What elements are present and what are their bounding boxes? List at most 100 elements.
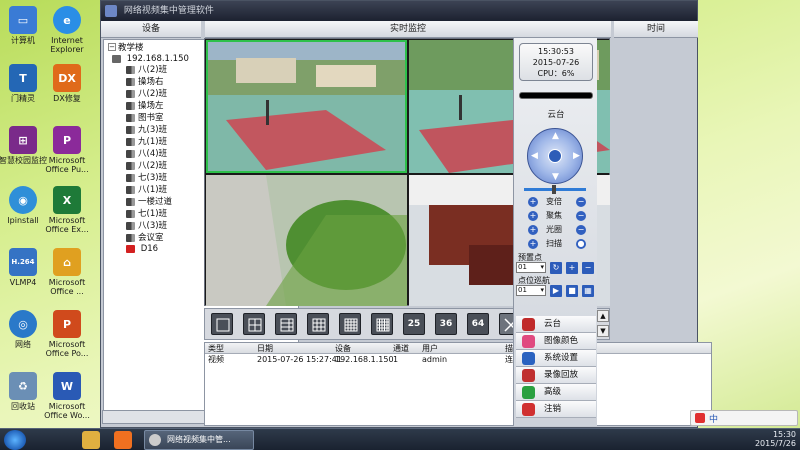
desktop-icon-publisher[interactable]: P Microsoft Office Pu... xyxy=(36,126,98,174)
scan-start-button[interactable]: + xyxy=(528,239,538,249)
camera-icon xyxy=(126,77,135,86)
word-icon: W xyxy=(53,372,81,400)
layout-36-button[interactable]: 36 xyxy=(435,313,457,335)
window-titlebar[interactable]: 网络视频集中管理软件 xyxy=(101,1,697,21)
ptz-center-button[interactable] xyxy=(548,149,562,163)
tree-channel[interactable]: 八(2)班 xyxy=(126,64,167,76)
window-title: 网络视频集中管理软件 xyxy=(123,6,214,16)
menu-playback[interactable]: 录像回放 xyxy=(516,367,596,384)
arrow-up-icon[interactable]: ▲ xyxy=(552,132,559,141)
log-col-type: 类型 xyxy=(208,344,224,353)
tree-channel[interactable]: 操场右 xyxy=(126,76,164,88)
ptz-speed-slider[interactable] xyxy=(524,185,586,194)
video-pane-1[interactable] xyxy=(206,40,407,173)
desktop-icon-office[interactable]: ⌂ Microsoft Office ... xyxy=(36,248,98,296)
ime-toolbar[interactable]: 中 xyxy=(690,410,798,426)
focus-out-button[interactable]: − xyxy=(576,211,586,221)
cruise-select[interactable]: 01 xyxy=(516,285,546,296)
preset-remove-button[interactable]: − xyxy=(582,262,594,274)
log-col-date: 日期 xyxy=(257,344,273,353)
recycle-bin-icon: ♻ xyxy=(9,372,37,400)
arrow-down-icon[interactable]: ▼ xyxy=(552,173,559,182)
tree-channel[interactable]: 七(3)班 xyxy=(126,172,167,184)
zoom-control: + 变倍 − xyxy=(528,197,586,207)
camera-icon xyxy=(126,89,135,98)
explorer-icon[interactable] xyxy=(82,431,100,449)
desktop-icon-word[interactable]: W Microsoft Office Wo... xyxy=(36,372,98,420)
layout-4-button[interactable] xyxy=(243,313,265,335)
start-button[interactable] xyxy=(4,430,26,450)
layout-16-button[interactable] xyxy=(339,313,361,335)
taskbar-app-button[interactable]: 网络视频集中管... xyxy=(144,430,254,450)
arrow-left-icon[interactable]: ◀ xyxy=(531,152,538,161)
layout-25-button[interactable]: 25 xyxy=(403,313,425,335)
tree-channel[interactable]: 八(2)班 xyxy=(126,88,167,100)
video-pane-3[interactable] xyxy=(206,175,407,306)
logout-icon xyxy=(522,403,535,416)
tree-channel[interactable]: 操场左 xyxy=(126,100,164,112)
table-row[interactable]: 视频 2015-07-26 15:27:41 192.168.1.150 1 a… xyxy=(205,354,711,365)
arrow-right-icon[interactable]: ▶ xyxy=(573,152,580,161)
desktop-icon-ie[interactable]: e Internet Explorer xyxy=(36,6,98,54)
layout-6-button[interactable] xyxy=(275,313,297,335)
tray-clock[interactable]: 15:30 2015/7/26 xyxy=(755,430,796,448)
iris-close-button[interactable]: − xyxy=(576,225,586,235)
app-icon xyxy=(105,4,117,17)
dvr-icon xyxy=(112,54,121,63)
layout-64-button[interactable]: 64 xyxy=(467,313,489,335)
focus-in-button[interactable]: + xyxy=(528,211,538,221)
layout-16x-button[interactable] xyxy=(371,313,393,335)
section-devices-header: 设备 xyxy=(101,21,201,38)
powerpoint-icon: P xyxy=(53,310,81,338)
slider-handle[interactable] xyxy=(552,185,556,194)
scroll-down-button[interactable]: ▼ xyxy=(597,325,609,337)
layout-1-button[interactable] xyxy=(211,313,233,335)
playback-icon xyxy=(522,369,535,382)
section-time-header: 时间 xyxy=(614,21,698,38)
tree-channel[interactable]: 八(3)班 xyxy=(126,220,167,232)
collapse-icon[interactable]: − xyxy=(108,43,116,51)
media-player-icon[interactable] xyxy=(114,431,132,449)
tree-channel[interactable]: 七(1)班 xyxy=(126,208,167,220)
menu-image-color[interactable]: 图像颜色 xyxy=(516,333,596,350)
preset-select[interactable]: 01 xyxy=(516,262,546,273)
tree-channel[interactable]: 九(3)班 xyxy=(126,124,167,136)
tree-channel[interactable]: 图书室 xyxy=(126,112,164,124)
iris-open-button[interactable]: + xyxy=(528,225,538,235)
scroll-up-button[interactable]: ▲ xyxy=(597,310,609,322)
cruise-stop-button[interactable]: ■ xyxy=(566,285,578,297)
ptz-icon xyxy=(522,318,535,331)
network-icon: ⊞ xyxy=(9,126,37,154)
camera-icon xyxy=(126,125,135,134)
cpu-usage: CPU：6% xyxy=(537,69,575,78)
menu-ptz[interactable]: 云台 xyxy=(516,316,596,333)
cruise-settings-button[interactable]: ▦ xyxy=(582,285,594,297)
menu-advanced[interactable]: 高级 xyxy=(516,384,596,401)
camera-icon xyxy=(126,149,135,158)
clock-display: 15:30:53 2015-07-26 CPU：6% xyxy=(519,43,593,81)
tree-channel[interactable]: 八(4)班 xyxy=(126,148,167,160)
office-icon: ⌂ xyxy=(53,248,81,276)
desktop-icon-excel[interactable]: X Microsoft Office Ex... xyxy=(36,186,98,234)
preset-add-button[interactable]: + xyxy=(566,262,578,274)
tree-channel[interactable]: 九(1)班 xyxy=(126,136,167,148)
zoom-in-button[interactable]: + xyxy=(528,197,538,207)
tree-channel[interactable]: 八(2)班 xyxy=(126,160,167,172)
ptz-direction-pad[interactable]: ▲ ▼ ◀ ▶ xyxy=(527,128,583,184)
menu-logout[interactable]: 注销 xyxy=(516,401,596,418)
ime-mode[interactable]: 中 xyxy=(709,412,718,425)
tree-channel[interactable]: 八(1)班 xyxy=(126,184,167,196)
scan-stop-button[interactable]: ● xyxy=(576,239,586,249)
dx-icon: DX xyxy=(53,64,81,92)
cruise-play-button[interactable]: ▶ xyxy=(550,285,562,297)
menu-system-settings[interactable]: 系统设置 xyxy=(516,350,596,367)
desktop-icon-powerpoint[interactable]: P Microsoft Office Po... xyxy=(36,310,98,358)
preset-goto-button[interactable]: ↻ xyxy=(550,262,562,274)
publisher-icon: P xyxy=(53,126,81,154)
zoom-out-button[interactable]: − xyxy=(576,197,586,207)
iris-control: + 光圈 − xyxy=(528,225,586,235)
desktop-icon-dx[interactable]: DX DX修复 xyxy=(36,64,98,103)
tree-channel-offline[interactable]: D16 xyxy=(126,243,158,255)
tree-channel[interactable]: 一楼过道 xyxy=(126,196,172,208)
layout-9-button[interactable] xyxy=(307,313,329,335)
